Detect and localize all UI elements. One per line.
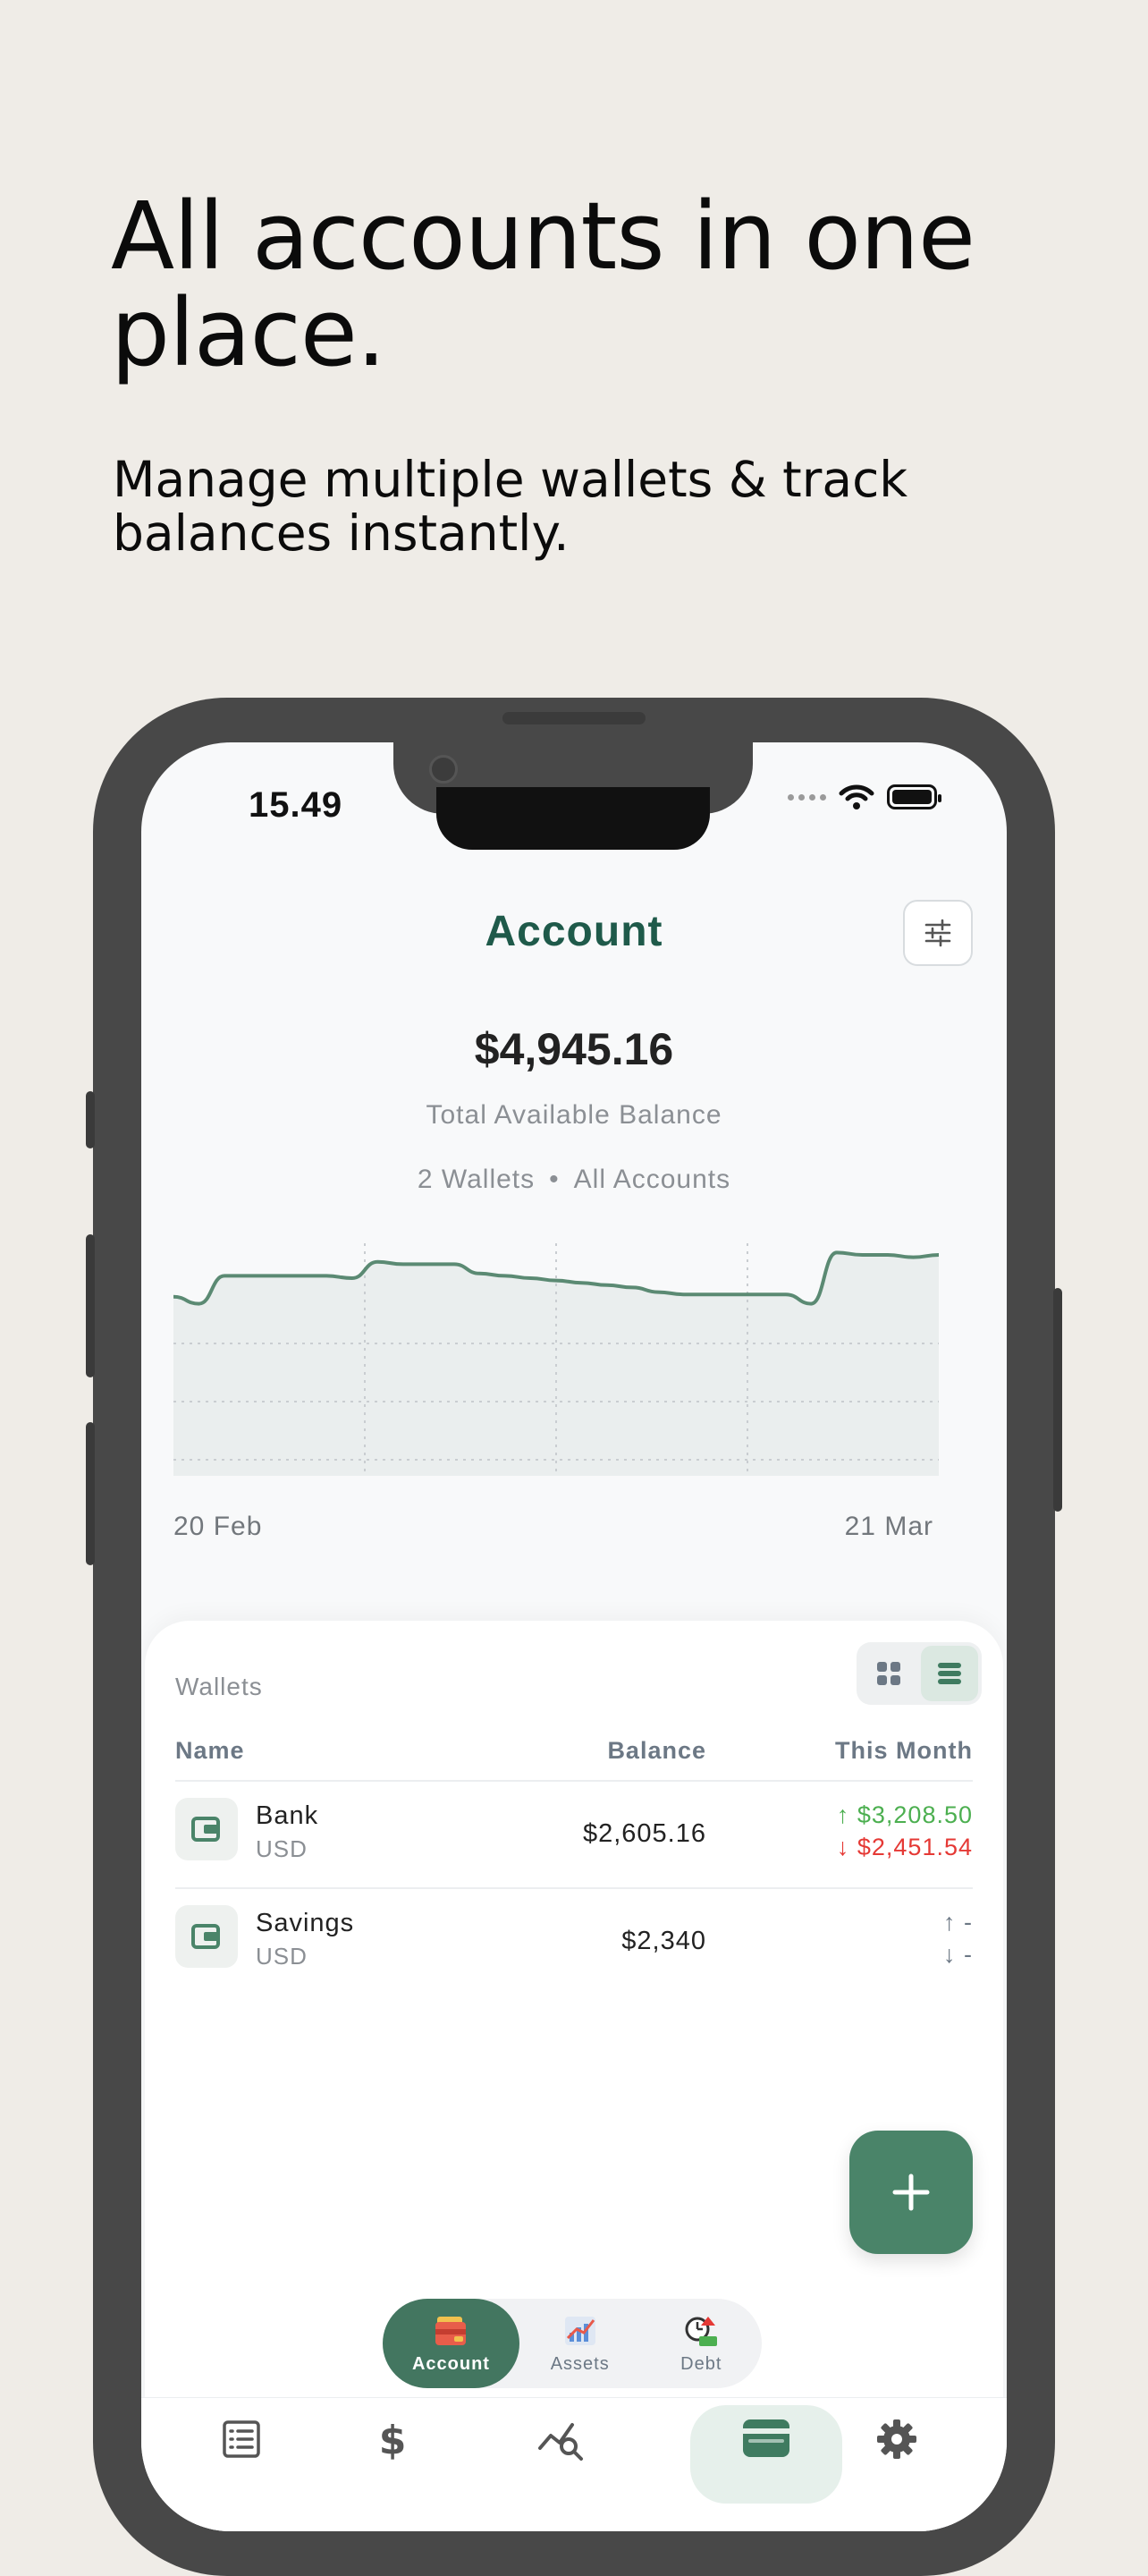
wallet-name: Savings xyxy=(256,1909,355,1937)
promo-headline: All accounts in one place. xyxy=(111,182,975,387)
analytics-search-icon xyxy=(538,2423,583,2461)
add-wallet-button[interactable] xyxy=(849,2131,973,2254)
signal-dots-icon xyxy=(788,793,826,801)
chart-x-end-label: 21 Mar xyxy=(844,1512,933,1541)
column-name: Name xyxy=(175,1737,245,1764)
status-time: 15.49 xyxy=(249,785,343,825)
wallet-icon xyxy=(175,1905,238,1968)
app-screen: 15.49 Account $4,945.16 Total Available … xyxy=(141,742,1007,2531)
total-balance: $4,945.16 xyxy=(474,1024,674,1074)
wallet-income: ↑ $3,208.50 xyxy=(836,1801,973,1828)
phone-mute-button xyxy=(86,1091,95,1148)
segment-debt[interactable]: Debt xyxy=(640,2299,762,2388)
wallet-row-bank[interactable]: Bank USD $2,605.16 ↑ $3,208.50 ↓ $2,451.… xyxy=(175,1782,973,1889)
section-switcher: Account Assets Debt xyxy=(383,2299,762,2388)
wallet-expense: ↓ $2,451.54 xyxy=(836,1834,973,1860)
wallet-currency: USD xyxy=(256,1835,308,1862)
phone-speaker xyxy=(502,712,646,724)
battery-icon xyxy=(887,784,941,809)
list-icon xyxy=(938,1663,961,1684)
segment-label: Account xyxy=(411,2353,490,2374)
segment-account[interactable]: Account xyxy=(383,2299,519,2388)
wallet-balance: $2,605.16 xyxy=(582,1819,706,1848)
grid-view-button[interactable] xyxy=(860,1646,917,1701)
phone-volume-up-button xyxy=(86,1234,95,1377)
wallet-income: ↑ - xyxy=(943,1909,973,1936)
wallets-heading: Wallets xyxy=(175,1673,263,1700)
dynamic-island xyxy=(436,787,710,850)
wallet-balance: $2,340 xyxy=(621,1927,706,1955)
filter-button[interactable] xyxy=(903,900,973,966)
balance-chart xyxy=(173,1243,939,1476)
wallet-cards-icon xyxy=(435,2316,467,2345)
wallet-expense: ↓ - xyxy=(943,1941,973,1968)
page-title: Account xyxy=(485,908,663,955)
promo-subheadline: Manage multiple wallets & track balances… xyxy=(113,451,908,562)
debt-clock-icon xyxy=(685,2316,718,2346)
account-scope: All Accounts xyxy=(573,1165,731,1194)
tab-settings[interactable] xyxy=(821,2405,973,2504)
tab-budget[interactable]: $ xyxy=(317,2405,468,2504)
gear-icon xyxy=(877,2419,916,2459)
phone-camera xyxy=(429,755,458,784)
tab-accounts[interactable] xyxy=(690,2405,842,2504)
wallet-icon xyxy=(743,2419,789,2457)
segment-label: Assets xyxy=(550,2353,610,2374)
balance-label: Total Available Balance xyxy=(426,1100,722,1130)
plus-icon xyxy=(892,2174,930,2211)
bottom-tab-bar: $ xyxy=(141,2397,1007,2531)
wallet-currency: USD xyxy=(256,1943,308,1970)
meta-separator: • xyxy=(549,1165,560,1194)
list-icon xyxy=(223,2420,260,2458)
dollar-icon: $ xyxy=(379,2418,407,2461)
phone-power-button xyxy=(1053,1288,1062,1512)
wallet-icon xyxy=(175,1798,238,1860)
phone-volume-down-button xyxy=(86,1422,95,1565)
view-toggle xyxy=(857,1642,982,1705)
segment-label: Debt xyxy=(680,2353,722,2374)
list-view-button[interactable] xyxy=(921,1646,978,1701)
wallet-name: Bank xyxy=(256,1801,319,1830)
tab-analytics[interactable] xyxy=(485,2405,637,2504)
status-indicators xyxy=(788,784,941,810)
sliders-icon xyxy=(924,919,951,947)
wallet-count: 2 Wallets xyxy=(417,1165,536,1194)
assets-chart-icon xyxy=(564,2316,595,2345)
column-this-month: This Month xyxy=(835,1737,973,1764)
svg-text:$: $ xyxy=(379,2418,407,2461)
wifi-icon xyxy=(839,784,874,809)
wallet-summary[interactable]: 2 Wallets • All Accounts xyxy=(141,1165,1007,1195)
grid-icon xyxy=(877,1662,900,1685)
segment-assets[interactable]: Assets xyxy=(519,2299,641,2388)
wallet-row-savings[interactable]: Savings USD $2,340 ↑ - ↓ - xyxy=(175,1889,973,1996)
tab-transactions[interactable] xyxy=(165,2405,317,2504)
column-balance: Balance xyxy=(607,1737,706,1764)
chart-x-start-label: 20 Feb xyxy=(173,1512,263,1541)
